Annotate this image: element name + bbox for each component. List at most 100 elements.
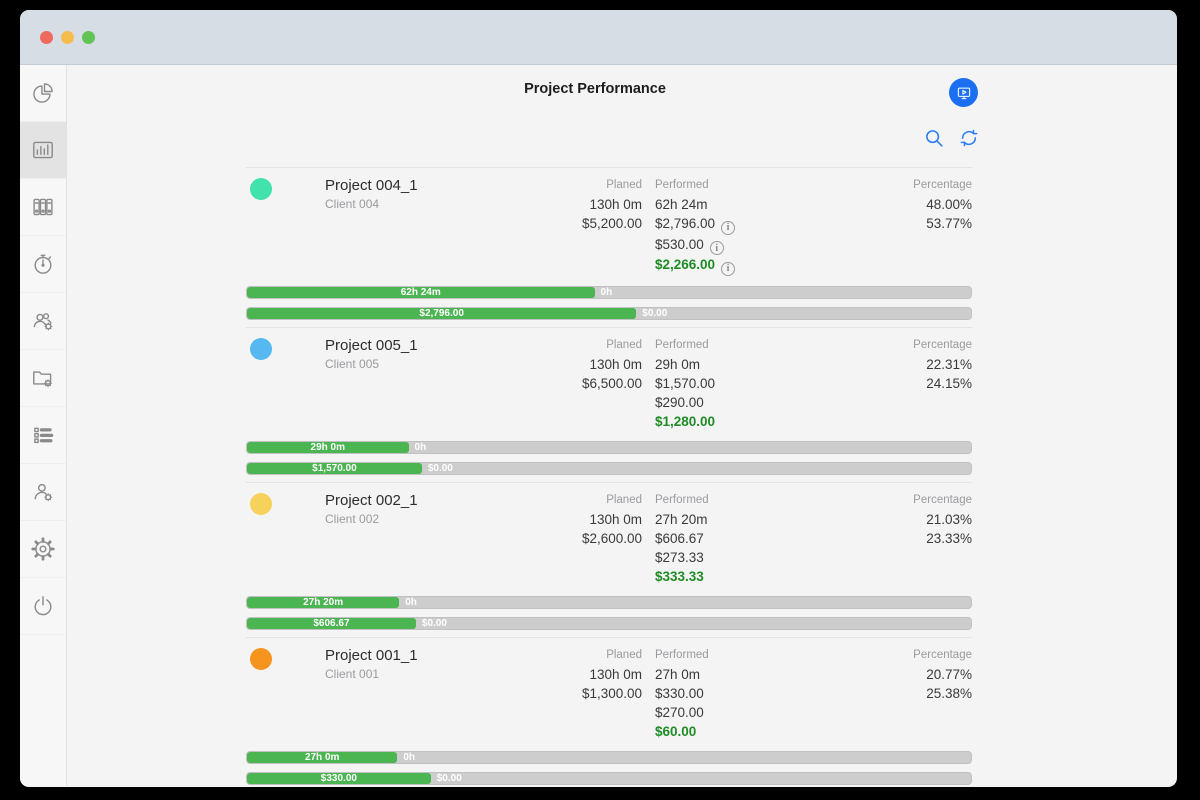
info-icon[interactable]: i <box>710 241 724 255</box>
sidebar-item-bar-chart[interactable] <box>20 122 66 179</box>
performed-amount: $2,796.00i <box>655 214 825 235</box>
performed-amounts: $2,796.00i$530.00i$2,266.00i <box>655 214 825 276</box>
sidebar-item-team-settings[interactable] <box>20 293 66 350</box>
settings-gear-icon <box>30 536 56 562</box>
search-button[interactable] <box>923 127 945 154</box>
planned-amount: $6,500.00 <box>522 374 642 393</box>
percentage-time: 48.00% <box>825 195 972 214</box>
project-row[interactable]: Project 004_1 Client 004 Planed 130h 0m … <box>246 167 972 327</box>
performed-amount: $333.33 <box>655 567 825 586</box>
percentage-amount: 24.15% <box>825 374 972 393</box>
percentage-column-header: Percentage <box>825 491 972 510</box>
project-row[interactable]: Project 001_1 Client 001 Planed 130h 0m … <box>246 637 972 788</box>
money-progress-bar: $330.00 $0.00 <box>246 772 972 785</box>
team-settings-icon <box>30 308 56 334</box>
performed-amount: $530.00i <box>655 235 825 256</box>
percentage-time: 21.03% <box>825 510 972 529</box>
power-icon <box>30 593 56 619</box>
project-color-dot <box>250 648 272 670</box>
sidebar <box>20 65 67 786</box>
bar-chart-icon <box>30 137 56 163</box>
project-row[interactable]: Project 005_1 Client 005 Planed 130h 0m … <box>246 327 972 482</box>
client-name: Client 005 <box>325 355 418 374</box>
binders-icon <box>30 194 56 220</box>
client-name: Client 004 <box>325 195 418 214</box>
percentage-column-header: Percentage <box>825 646 972 665</box>
sidebar-item-stopwatch[interactable] <box>20 236 66 293</box>
sidebar-item-pie-chart[interactable] <box>20 65 66 122</box>
sidebar-item-folder-settings[interactable] <box>20 350 66 407</box>
client-name: Client 002 <box>325 510 418 529</box>
performed-amounts: $330.00$270.00$60.00 <box>655 684 825 741</box>
time-progress-fill: 62h 24m <box>247 287 595 298</box>
time-progress-fill: 27h 20m <box>247 597 399 608</box>
percentage-time: 20.77% <box>825 665 972 684</box>
performed-amount: $60.00 <box>655 722 825 741</box>
user-settings-icon <box>30 479 56 505</box>
folder-settings-icon <box>30 365 56 391</box>
planned-column-header: Planed <box>522 646 642 665</box>
planned-amount: $2,600.00 <box>522 529 642 548</box>
minimize-window-button[interactable] <box>61 31 74 44</box>
performed-column-header: Performed <box>655 646 825 665</box>
refresh-button[interactable] <box>958 127 980 154</box>
planned-amount: $5,200.00 <box>522 214 642 233</box>
money-progress-fill: $606.67 <box>247 618 416 629</box>
titlebar <box>20 10 1177 65</box>
performed-time: 27h 0m <box>655 665 825 684</box>
close-window-button[interactable] <box>40 31 53 44</box>
page-header: Project Performance <box>246 65 972 167</box>
sidebar-item-binders[interactable] <box>20 179 66 236</box>
stopwatch-icon <box>30 251 56 277</box>
percentage-column-header: Percentage <box>825 336 972 355</box>
percentage-amount: 25.38% <box>825 684 972 703</box>
sidebar-item-user-settings[interactable] <box>20 464 66 521</box>
sidebar-item-task-list[interactable] <box>20 407 66 464</box>
performed-amounts: $1,570.00$290.00$1,280.00 <box>655 374 825 431</box>
pie-chart-icon <box>30 80 56 106</box>
performed-time: 29h 0m <box>655 355 825 374</box>
traffic-lights <box>40 31 95 44</box>
performed-time: 62h 24m <box>655 195 825 214</box>
percentage-time: 22.31% <box>825 355 972 374</box>
planned-column-header: Planed <box>522 336 642 355</box>
time-progress-bar: 27h 20m 0h <box>246 596 972 609</box>
presentation-icon <box>955 84 973 102</box>
project-name: Project 001_1 <box>325 646 418 665</box>
info-icon[interactable]: i <box>721 221 735 235</box>
project-color-dot <box>250 178 272 200</box>
performed-amount: $2,266.00i <box>655 255 825 276</box>
app-window: Project Performance <box>20 10 1177 787</box>
time-progress-fill: 29h 0m <box>247 442 409 453</box>
project-color-dot <box>250 338 272 360</box>
page-title: Project Performance <box>232 81 958 97</box>
money-progress-bar: $606.67 $0.00 <box>246 617 972 630</box>
main-content: Project Performance <box>67 65 1177 786</box>
planned-time: 130h 0m <box>522 665 642 684</box>
percentage-amount: 23.33% <box>825 529 972 548</box>
performed-amount: $1,570.00 <box>655 374 825 393</box>
performed-column-header: Performed <box>655 491 825 510</box>
sidebar-item-settings-gear[interactable] <box>20 521 66 578</box>
project-name: Project 004_1 <box>325 176 418 195</box>
money-progress-bar: $2,796.00 $0.00 <box>246 307 972 320</box>
refresh-icon <box>958 127 980 149</box>
time-progress-bar: 62h 24m 0h <box>246 286 972 299</box>
time-progress-fill: 27h 0m <box>247 752 397 763</box>
time-progress-bar: 29h 0m 0h <box>246 441 972 454</box>
money-progress-bar: $1,570.00 $0.00 <box>246 462 972 475</box>
toolbar <box>923 127 980 154</box>
sidebar-item-power[interactable] <box>20 578 66 635</box>
presentation-button[interactable] <box>949 78 978 107</box>
performed-amount: $290.00 <box>655 393 825 412</box>
money-progress-fill: $2,796.00 <box>247 308 636 319</box>
info-icon[interactable]: i <box>721 262 735 276</box>
project-list: Project 004_1 Client 004 Planed 130h 0m … <box>246 167 972 787</box>
zoom-window-button[interactable] <box>82 31 95 44</box>
task-list-icon <box>30 422 56 448</box>
performed-time: 27h 20m <box>655 510 825 529</box>
project-color-dot <box>250 493 272 515</box>
project-row[interactable]: Project 002_1 Client 002 Planed 130h 0m … <box>246 482 972 637</box>
planned-column-header: Planed <box>522 176 642 195</box>
planned-column-header: Planed <box>522 491 642 510</box>
